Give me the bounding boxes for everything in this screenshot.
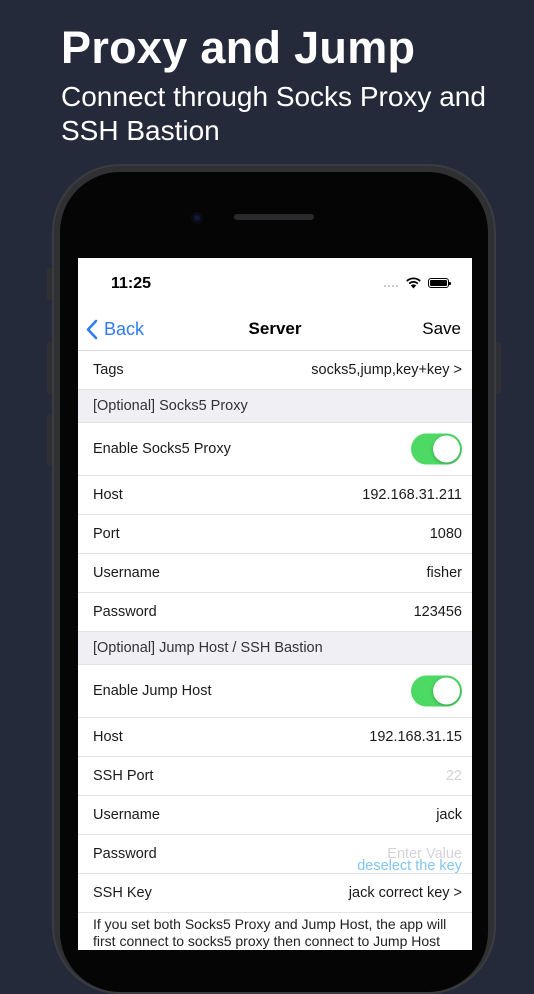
save-button[interactable]: Save bbox=[422, 319, 461, 339]
jump-ssh-key-row[interactable]: SSH Key jack correct key > bbox=[78, 874, 472, 913]
promo-title: Proxy and Jump bbox=[61, 22, 416, 73]
front-camera bbox=[191, 212, 203, 224]
tags-value: socks5,jump,key+key > bbox=[311, 362, 462, 378]
tags-row[interactable]: Tags socks5,jump,key+key > bbox=[78, 351, 472, 390]
jump-username-field[interactable]: jack bbox=[436, 807, 462, 823]
socks5-password-field[interactable]: 123456 bbox=[414, 604, 462, 620]
tags-label: Tags bbox=[93, 362, 124, 378]
promo-subtitle: Connect through Socks Proxy and SSH Bast… bbox=[61, 81, 486, 146]
socks5-port-row[interactable]: Port 1080 bbox=[78, 515, 472, 554]
jump-username-row[interactable]: Username jack bbox=[78, 796, 472, 835]
server-form: Tags socks5,jump,key+key > [Optional] So… bbox=[78, 351, 472, 913]
phone-volume-down-button bbox=[47, 414, 52, 466]
enable-jump-row: Enable Jump Host bbox=[78, 665, 472, 718]
jump-password-label: Password bbox=[93, 846, 157, 862]
jump-host-row[interactable]: Host 192.168.31.15 bbox=[78, 718, 472, 757]
enable-socks5-row: Enable Socks5 Proxy bbox=[78, 423, 472, 476]
jump-ssh-port-label: SSH Port bbox=[93, 768, 154, 784]
phone-volume-up-button bbox=[47, 342, 52, 394]
deselect-key-link[interactable]: deselect the key bbox=[357, 858, 462, 874]
earpiece-speaker bbox=[234, 214, 314, 220]
enable-socks5-toggle[interactable] bbox=[411, 433, 462, 465]
jump-ssh-port-row[interactable]: SSH Port 22 bbox=[78, 757, 472, 796]
jump-ssh-key-value: jack correct key > bbox=[348, 885, 462, 901]
socks5-port-field[interactable]: 1080 bbox=[430, 526, 462, 542]
socks5-port-label: Port bbox=[93, 526, 120, 542]
enable-jump-toggle[interactable] bbox=[411, 675, 462, 707]
jump-host-field[interactable]: 192.168.31.15 bbox=[369, 729, 462, 745]
jump-username-label: Username bbox=[93, 807, 160, 823]
battery-icon bbox=[428, 278, 451, 288]
socks5-section-title: [Optional] Socks5 Proxy bbox=[93, 398, 248, 414]
status-time: 11:25 bbox=[111, 275, 152, 292]
socks5-host-row[interactable]: Host 192.168.31.211 bbox=[78, 476, 472, 515]
phone-mute-switch bbox=[47, 268, 52, 300]
jump-section-title: [Optional] Jump Host / SSH Bastion bbox=[93, 640, 323, 656]
footer-note: If you set both Socks5 Proxy and Jump Ho… bbox=[93, 916, 447, 949]
socks5-password-row[interactable]: Password 123456 bbox=[78, 593, 472, 632]
enable-jump-label: Enable Jump Host bbox=[93, 683, 212, 699]
jump-ssh-key-label: SSH Key bbox=[93, 885, 152, 901]
signal-dots-icon bbox=[384, 285, 400, 289]
socks5-host-field[interactable]: 192.168.31.211 bbox=[362, 487, 462, 503]
back-button[interactable]: Back bbox=[86, 316, 144, 342]
socks5-password-label: Password bbox=[93, 604, 157, 620]
socks5-username-field[interactable]: fisher bbox=[427, 565, 462, 581]
chevron-left-icon bbox=[86, 319, 98, 339]
socks5-section-header: [Optional] Socks5 Proxy bbox=[78, 390, 472, 423]
socks5-username-label: Username bbox=[93, 565, 160, 581]
wifi-icon bbox=[406, 277, 421, 289]
socks5-username-row[interactable]: Username fisher bbox=[78, 554, 472, 593]
status-bar: 11:25 bbox=[78, 258, 472, 308]
jump-section-header: [Optional] Jump Host / SSH Bastion bbox=[78, 632, 472, 665]
jump-host-label: Host bbox=[93, 729, 123, 745]
phone-screen: 11:25 Back Server Save Tags socks5,jump,… bbox=[78, 258, 472, 950]
socks5-host-label: Host bbox=[93, 487, 123, 503]
navigation-bar: Back Server Save bbox=[78, 308, 472, 351]
back-label: Back bbox=[104, 318, 145, 339]
phone-power-button bbox=[496, 342, 501, 394]
enable-socks5-label: Enable Socks5 Proxy bbox=[93, 441, 231, 457]
jump-ssh-port-field[interactable]: 22 bbox=[446, 768, 462, 784]
